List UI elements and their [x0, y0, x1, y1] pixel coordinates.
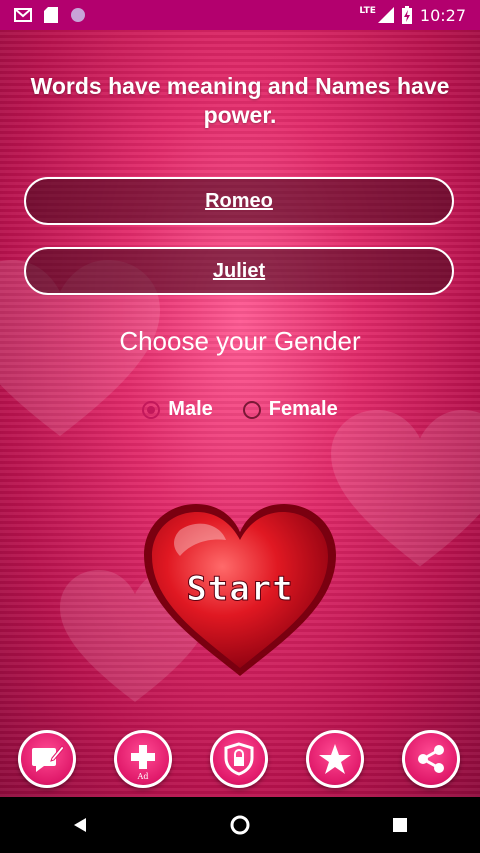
first-name-field[interactable]: Romeo — [24, 177, 454, 225]
second-name-value: Juliet — [212, 259, 266, 282]
status-bar: LTE 10:27 — [0, 0, 480, 30]
add-button[interactable]: Ad — [114, 730, 172, 788]
app-content: Words have meaning and Names have power.… — [0, 30, 480, 797]
rate-button[interactable] — [306, 730, 364, 788]
battery-icon — [401, 6, 412, 24]
edit-note-button[interactable] — [18, 730, 76, 788]
start-label: Start — [186, 569, 293, 609]
ad-label: Ad — [137, 772, 149, 781]
back-icon — [74, 818, 86, 832]
sd-card-icon — [44, 7, 58, 23]
gmail-icon — [14, 8, 32, 22]
network-type: LTE — [359, 6, 376, 16]
bottom-action-bar: Ad — [0, 730, 480, 794]
recents-button[interactable] — [380, 805, 420, 845]
radio-female-label: Female — [268, 398, 338, 420]
radio-male[interactable]: Male — [142, 398, 213, 421]
radio-male-circle[interactable] — [142, 400, 161, 419]
background-heart-icon — [331, 410, 480, 567]
home-button[interactable] — [220, 805, 260, 845]
first-name-value: Romeo — [205, 189, 273, 212]
radio-female-circle[interactable] — [242, 400, 261, 419]
gender-radio-group: Male Female — [0, 398, 480, 421]
plus-icon — [131, 745, 155, 769]
radio-male-label: Male — [168, 398, 213, 420]
share-button[interactable] — [402, 730, 460, 788]
edit-note-icon — [32, 745, 64, 772]
circle-app-icon — [71, 8, 85, 22]
recents-icon — [393, 818, 407, 832]
navigation-bar — [0, 797, 480, 853]
home-icon — [230, 815, 250, 835]
privacy-button[interactable] — [210, 730, 268, 788]
headline: Words have meaning and Names have power. — [30, 73, 450, 128]
gender-title: Choose your Gender — [119, 326, 361, 356]
clock: 10:27 — [419, 5, 466, 25]
radio-female[interactable]: Female — [242, 398, 338, 421]
second-name-field[interactable]: Juliet — [24, 247, 454, 295]
share-icon — [418, 745, 444, 773]
shield-lock-icon — [224, 742, 254, 776]
start-heart-button[interactable]: Start — [140, 500, 340, 680]
back-button[interactable] — [60, 805, 100, 845]
star-icon — [319, 744, 351, 774]
signal-icon — [377, 7, 394, 23]
